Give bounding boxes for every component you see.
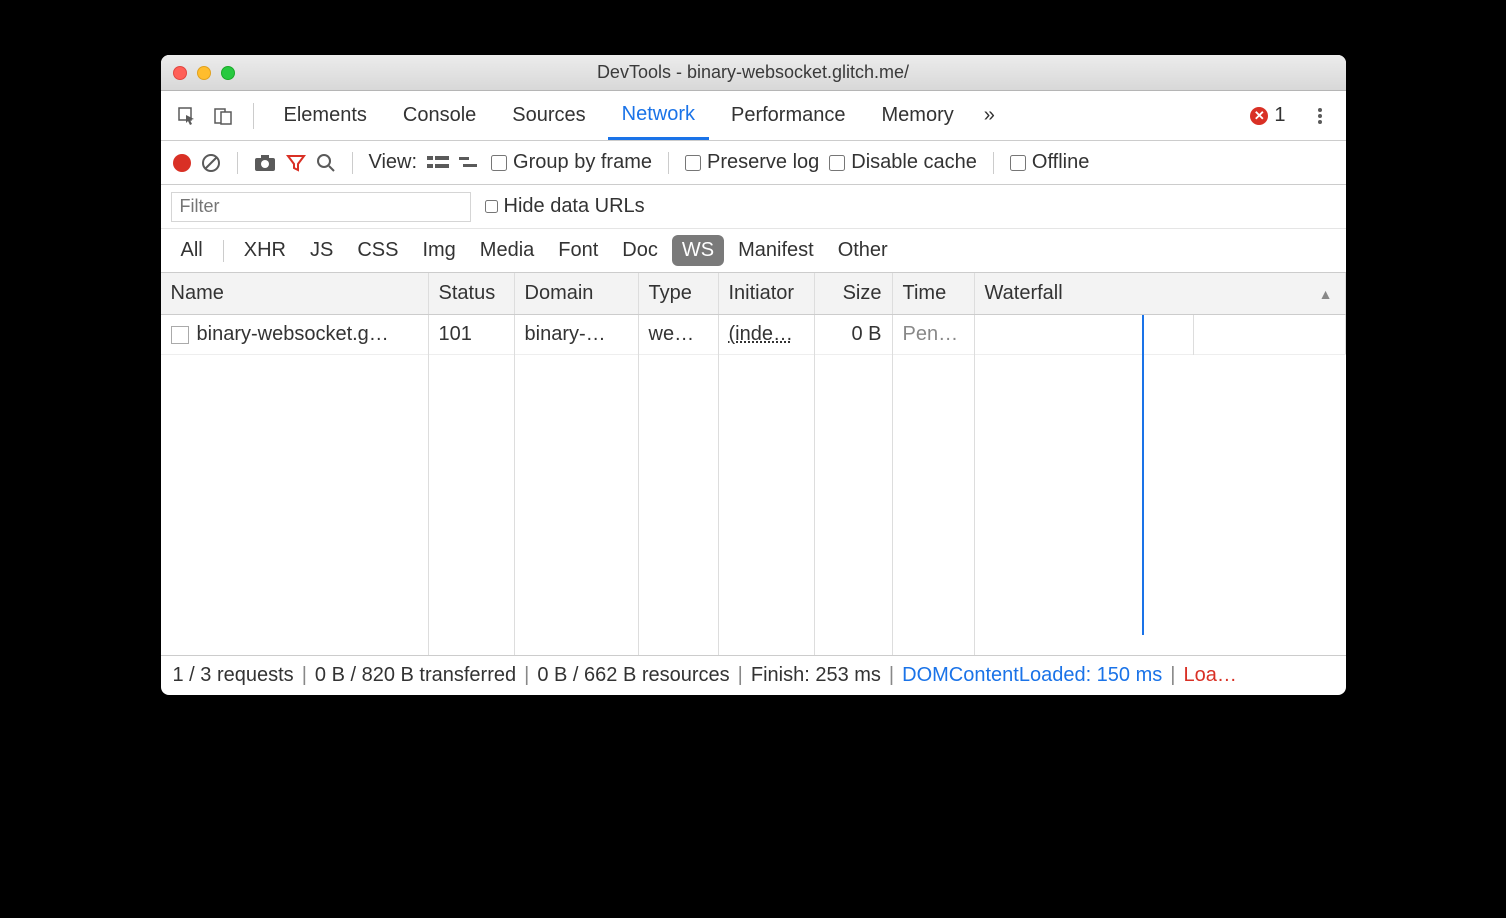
device-toolbar-icon[interactable] [209, 102, 237, 130]
status-domcontentloaded: DOMContentLoaded: 150 ms [902, 664, 1162, 687]
disable-cache-checkbox[interactable]: Disable cache [829, 151, 977, 174]
separator: | [889, 664, 894, 687]
filter-img[interactable]: Img [412, 235, 465, 266]
column-status[interactable]: Status [429, 273, 515, 314]
error-count: 1 [1274, 104, 1285, 127]
column-size[interactable]: Size [815, 273, 893, 314]
devtools-window: DevTools - binary-websocket.glitch.me/ E… [161, 55, 1346, 695]
sort-indicator-icon: ▲ [1319, 286, 1333, 302]
type-filter-bar: All XHR JS CSS Img Media Font Doc WS Man… [161, 229, 1346, 273]
preserve-log-label: Preserve log [707, 151, 819, 174]
overview-icon[interactable] [459, 154, 481, 172]
status-resources: 0 B / 662 B resources [537, 664, 729, 687]
tabs-overflow-button[interactable]: » [976, 104, 1003, 127]
offline-label: Offline [1032, 151, 1089, 174]
hide-data-urls-checkbox[interactable]: Hide data URLs [485, 195, 645, 218]
cell-size: 0 B [815, 315, 893, 354]
title-bar: DevTools - binary-websocket.glitch.me/ [161, 55, 1346, 91]
cell-time: Pen… [893, 315, 975, 354]
view-label: View: [369, 151, 418, 174]
tab-memory[interactable]: Memory [868, 91, 968, 140]
cell-domain: binary-… [515, 315, 639, 354]
filter-media[interactable]: Media [470, 235, 544, 266]
column-initiator[interactable]: Initiator [719, 273, 815, 314]
filter-js[interactable]: JS [300, 235, 343, 266]
filter-icon[interactable] [286, 153, 306, 173]
status-bar: 1 / 3 requests | 0 B / 820 B transferred… [161, 655, 1346, 695]
disable-cache-input[interactable] [829, 155, 845, 171]
filter-bar: Hide data URLs [161, 185, 1346, 229]
table-row[interactable]: binary-websocket.g… 101 binary-… we… (in… [161, 315, 1346, 355]
grid-column-lines [161, 315, 1346, 655]
cell-waterfall [975, 315, 1346, 354]
hide-data-urls-input[interactable] [485, 200, 498, 213]
inspect-element-icon[interactable] [173, 102, 201, 130]
preserve-log-input[interactable] [685, 155, 701, 171]
cell-name: binary-websocket.g… [161, 315, 429, 354]
status-finish: Finish: 253 ms [751, 664, 881, 687]
clear-button[interactable] [201, 153, 221, 173]
cell-status: 101 [429, 315, 515, 354]
filter-css[interactable]: CSS [347, 235, 408, 266]
filter-ws[interactable]: WS [672, 235, 724, 266]
tab-performance[interactable]: Performance [717, 91, 860, 140]
window-title: DevTools - binary-websocket.glitch.me/ [161, 62, 1346, 83]
offline-checkbox[interactable]: Offline [1010, 151, 1089, 174]
cell-initiator: (inde… [719, 315, 815, 354]
separator [237, 152, 238, 174]
search-icon[interactable] [316, 153, 336, 173]
status-requests: 1 / 3 requests [173, 664, 294, 687]
column-waterfall[interactable]: Waterfall ▲ [975, 273, 1346, 314]
filter-font[interactable]: Font [548, 235, 608, 266]
group-by-frame-checkbox[interactable]: Group by frame [491, 151, 652, 174]
error-counter[interactable]: ✕ 1 [1250, 104, 1285, 127]
cell-type: we… [639, 315, 719, 354]
screenshot-icon[interactable] [254, 154, 276, 172]
offline-input[interactable] [1010, 155, 1026, 171]
filter-doc[interactable]: Doc [612, 235, 668, 266]
grid-header: Name Status Domain Type Initiator Size T… [161, 273, 1346, 315]
filter-input[interactable] [171, 192, 471, 222]
tab-elements[interactable]: Elements [270, 91, 381, 140]
column-domain[interactable]: Domain [515, 273, 639, 314]
separator [352, 152, 353, 174]
disable-cache-label: Disable cache [851, 151, 977, 174]
request-name: binary-websocket.g… [197, 323, 389, 346]
separator [223, 240, 224, 262]
column-time[interactable]: Time [893, 273, 975, 314]
separator: | [738, 664, 743, 687]
column-name[interactable]: Name [161, 273, 429, 314]
waterfall-dcl-marker [1142, 315, 1144, 635]
separator: | [524, 664, 529, 687]
status-transferred: 0 B / 820 B transferred [315, 664, 516, 687]
filter-manifest[interactable]: Manifest [728, 235, 824, 266]
status-load: Loa… [1183, 664, 1236, 687]
filter-all[interactable]: All [171, 235, 213, 266]
group-by-frame-input[interactable] [491, 155, 507, 171]
filter-other[interactable]: Other [828, 235, 898, 266]
error-icon: ✕ [1250, 107, 1268, 125]
separator [668, 152, 669, 174]
separator: | [302, 664, 307, 687]
filter-xhr[interactable]: XHR [234, 235, 296, 266]
record-button[interactable] [173, 154, 191, 172]
waterfall-label: Waterfall [985, 282, 1063, 305]
column-type[interactable]: Type [639, 273, 719, 314]
grid-body: binary-websocket.g… 101 binary-… we… (in… [161, 315, 1346, 655]
group-by-frame-label: Group by frame [513, 151, 652, 174]
tab-network[interactable]: Network [608, 91, 709, 140]
network-toolbar: View: Group by frame Preserve log Disabl… [161, 141, 1346, 185]
favicon-placeholder-icon [171, 326, 189, 344]
separator [253, 103, 254, 129]
preserve-log-checkbox[interactable]: Preserve log [685, 151, 819, 174]
main-tabs: Elements Console Sources Network Perform… [161, 91, 1346, 141]
kebab-menu-icon[interactable] [1306, 102, 1334, 130]
requests-grid: Name Status Domain Type Initiator Size T… [161, 273, 1346, 655]
tab-console[interactable]: Console [389, 91, 490, 140]
hide-data-urls-label: Hide data URLs [504, 195, 645, 218]
large-rows-icon[interactable] [427, 154, 449, 172]
tab-sources[interactable]: Sources [498, 91, 599, 140]
separator: | [1170, 664, 1175, 687]
separator [993, 152, 994, 174]
